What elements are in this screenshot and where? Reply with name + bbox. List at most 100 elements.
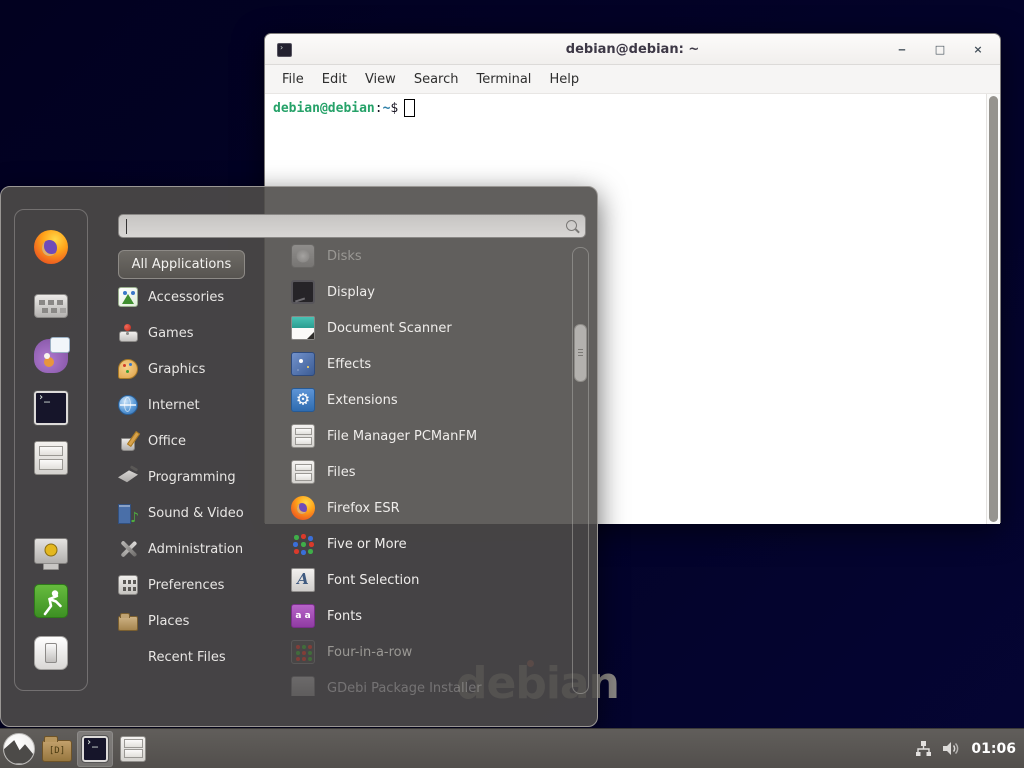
document-scanner-icon: [291, 316, 315, 340]
favorite-file-manager[interactable]: [33, 440, 69, 476]
terminal-titlebar[interactable]: debian@debian: ~ ‒ □ ×: [265, 34, 1000, 65]
games-icon: [118, 323, 138, 343]
app-five-or-more[interactable]: Five or More: [291, 526, 569, 562]
category-list: Accessories Games Graphics Internet Offi…: [118, 279, 283, 675]
maximize-button[interactable]: □: [932, 41, 948, 57]
category-accessories[interactable]: Accessories: [118, 279, 283, 315]
taskbar: 01:06: [0, 728, 1024, 768]
shell-prompt: debian@debian:~$: [273, 99, 992, 117]
app-firefox-esr[interactable]: Firefox ESR: [291, 490, 569, 526]
menu-edit[interactable]: Edit: [313, 68, 356, 91]
taskbar-files-launcher[interactable]: [115, 731, 151, 767]
logout-button[interactable]: [33, 583, 69, 619]
firefox-icon: [34, 230, 68, 264]
search-caret: [126, 219, 127, 234]
desktop-folder-icon: [42, 740, 72, 762]
accessories-icon: [118, 287, 138, 307]
category-games[interactable]: Games: [118, 315, 283, 351]
font-selection-icon: [291, 568, 315, 592]
volume-icon[interactable]: [942, 740, 961, 757]
applist-scrollbar-thumb[interactable]: [574, 324, 587, 382]
prompt-user-host: debian@debian: [273, 101, 375, 116]
category-administration[interactable]: Administration: [118, 531, 283, 567]
app-display[interactable]: Display: [291, 274, 569, 310]
four-in-a-row-icon: [291, 640, 315, 664]
menu-terminal[interactable]: Terminal: [467, 68, 540, 91]
search-input[interactable]: [125, 217, 555, 235]
taskbar-terminal-button[interactable]: [77, 731, 113, 767]
application-menu: All Applications Accessories Games Graph…: [0, 186, 598, 727]
app-files[interactable]: Files: [291, 454, 569, 490]
category-office[interactable]: Office: [118, 423, 283, 459]
app-four-in-a-row[interactable]: Four-in-a-row: [291, 634, 569, 670]
favorites-column: [14, 209, 88, 691]
terminal-scrollbar-thumb[interactable]: [989, 96, 998, 522]
terminal-window-icon: [277, 43, 292, 57]
pidgin-icon: [34, 339, 68, 373]
taskbar-folder-launcher[interactable]: [39, 731, 75, 767]
magnifier-icon: [566, 220, 577, 231]
file-cabinet-icon: [291, 460, 315, 484]
favorite-pidgin[interactable]: [33, 338, 69, 374]
window-title: debian@debian: ~: [265, 42, 1000, 57]
terminal-cursor: [404, 99, 415, 117]
logout-icon: [34, 584, 68, 618]
category-sound-video[interactable]: Sound & Video: [118, 495, 283, 531]
display-icon: [291, 280, 315, 304]
app-disks[interactable]: Disks: [291, 238, 569, 274]
category-programming[interactable]: Programming: [118, 459, 283, 495]
menu-search[interactable]: Search: [405, 68, 468, 91]
lock-screen-icon: [34, 538, 68, 564]
minimize-button[interactable]: ‒: [894, 41, 910, 57]
category-internet[interactable]: Internet: [118, 387, 283, 423]
menu-help[interactable]: Help: [540, 68, 588, 91]
extensions-icon: [291, 388, 315, 412]
app-document-scanner[interactable]: Document Scanner: [291, 310, 569, 346]
favorite-terminal[interactable]: [33, 390, 69, 426]
category-recent-files[interactable]: Recent Files: [118, 639, 283, 675]
firefox-icon: [291, 496, 315, 520]
applist-scrollbar[interactable]: [572, 247, 589, 694]
terminal-menubar: File Edit View Search Terminal Help: [265, 65, 1000, 94]
close-button[interactable]: ×: [970, 41, 986, 57]
taskbar-clock[interactable]: 01:06: [971, 741, 1016, 757]
app-fonts[interactable]: Fonts: [291, 598, 569, 634]
application-list: Disks Display Document Scanner Effects E…: [291, 238, 569, 696]
menu-view[interactable]: View: [356, 68, 405, 91]
shutdown-button[interactable]: [33, 635, 69, 671]
disks-icon: [291, 244, 315, 268]
app-font-selection[interactable]: Font Selection: [291, 562, 569, 598]
office-icon: [118, 431, 138, 451]
gdebi-icon: [291, 676, 315, 696]
menu-search-box[interactable]: [118, 214, 586, 238]
menu-logo-icon: [3, 733, 35, 765]
category-preferences[interactable]: Preferences: [118, 567, 283, 603]
network-icon[interactable]: [915, 740, 932, 757]
menu-file[interactable]: File: [273, 68, 313, 91]
terminal-icon: [34, 391, 68, 425]
graphics-icon: [118, 359, 138, 379]
category-places[interactable]: Places: [118, 603, 283, 639]
app-effects[interactable]: Effects: [291, 346, 569, 382]
taskbar-menu-button[interactable]: [1, 731, 37, 767]
file-cabinet-icon: [291, 424, 315, 448]
programming-icon: [118, 467, 138, 487]
app-extensions[interactable]: Extensions: [291, 382, 569, 418]
internet-icon: [118, 395, 138, 415]
administration-icon: [118, 539, 138, 559]
lock-screen-button[interactable]: [33, 532, 69, 568]
sound-video-icon: [118, 503, 138, 523]
file-cabinet-icon: [120, 736, 146, 762]
terminal-scrollbar[interactable]: [986, 94, 1000, 524]
favorite-firefox[interactable]: [33, 229, 69, 265]
category-graphics[interactable]: Graphics: [118, 351, 283, 387]
app-file-manager-pcmanfm[interactable]: File Manager PCManFM: [291, 418, 569, 454]
all-applications-button[interactable]: All Applications: [118, 250, 245, 279]
file-cabinet-icon: [34, 441, 68, 475]
terminal-icon: [82, 736, 108, 762]
favorite-keyboard-app[interactable]: [33, 285, 69, 321]
keyboard-icon: [34, 294, 68, 318]
five-or-more-icon: [291, 532, 315, 556]
fonts-icon: [291, 604, 315, 628]
app-gdebi-package-installer[interactable]: GDebi Package Installer: [291, 670, 569, 696]
